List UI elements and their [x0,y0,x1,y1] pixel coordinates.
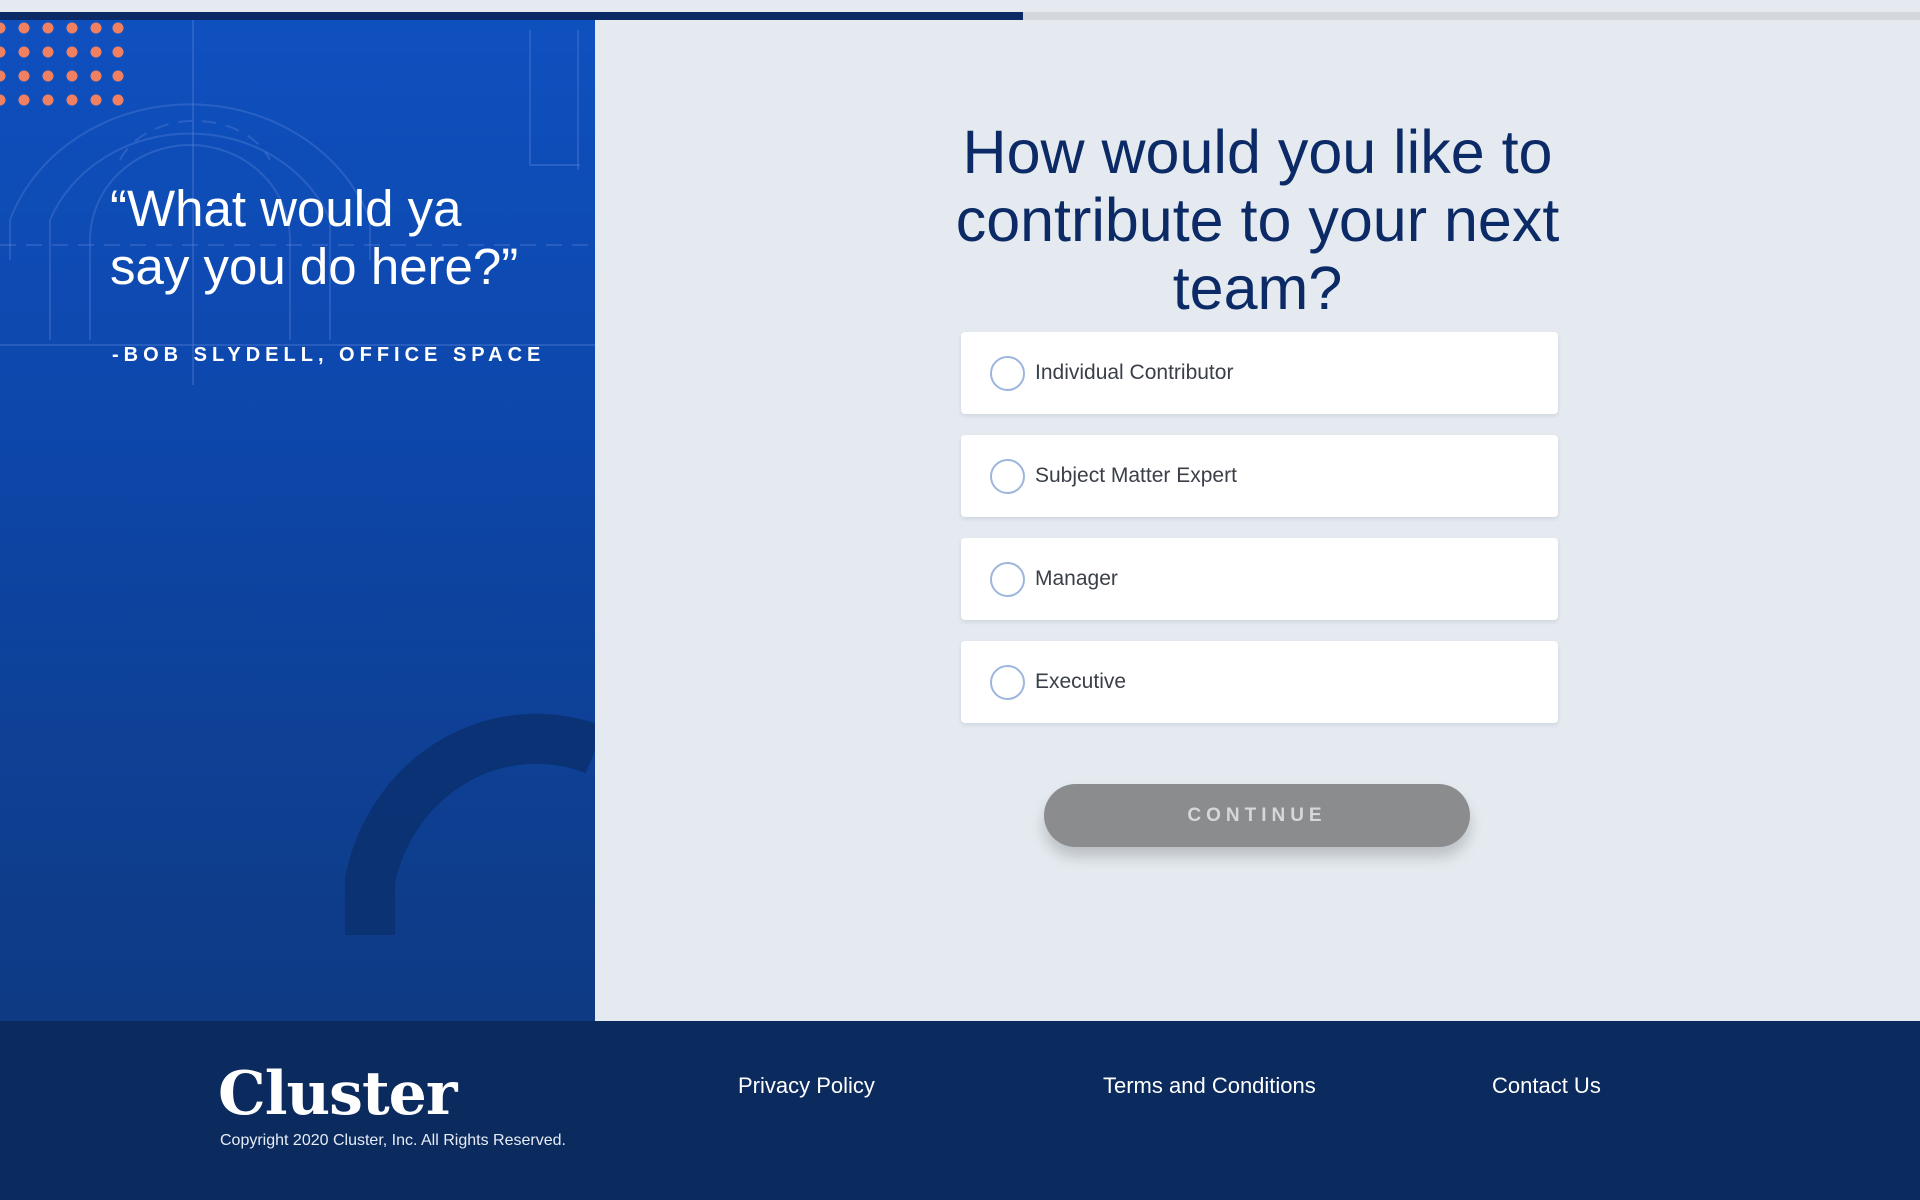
question-panel: How would you like to contribute to your… [595,20,1920,1021]
option-individual-contributor[interactable]: Individual Contributor [961,332,1558,414]
option-manager[interactable]: Manager [961,538,1558,620]
option-executive[interactable]: Executive [961,641,1558,723]
radio-button[interactable] [990,664,1025,700]
progress-bar [0,12,1920,20]
cluster-logo[interactable]: Cluster [218,1059,457,1129]
option-label: Manager [1035,567,1118,590]
terms-and-conditions-link[interactable]: Terms and Conditions [1103,1073,1316,1099]
radio-button[interactable] [990,561,1025,597]
privacy-policy-link[interactable]: Privacy Policy [738,1073,875,1099]
question-heading-text: How would you like to contribute to your… [955,118,1560,322]
copyright-text: Copyright 2020 Cluster, Inc. All Rights … [220,1132,566,1149]
contact-us-link[interactable]: Contact Us [1492,1073,1601,1099]
options-list: Individual Contributor Subject Matter Ex… [961,332,1558,744]
option-label: Executive [1035,670,1127,693]
option-label: Individual Contributor [1035,361,1234,384]
progress-bar-fill [0,12,1024,20]
quote-panel: “What would ya say you do here?” -BOB SL… [0,20,595,1021]
blueprint-decoration [0,20,595,935]
question-heading: How would you like to contribute to your… [595,118,1920,322]
option-label: Subject Matter Expert [1035,464,1237,487]
dot-pattern-decoration [0,22,124,106]
quote-attribution: -BOB SLYDELL, OFFICE SPACE [112,344,546,366]
radio-button[interactable] [990,355,1025,391]
continue-button[interactable]: CONTINUE [1044,784,1470,847]
option-subject-matter-expert[interactable]: Subject Matter Expert [961,435,1558,517]
footer: Cluster Copyright 2020 Cluster, Inc. All… [0,1021,1920,1200]
quote-text: “What would ya say you do here?” [110,180,519,295]
radio-button[interactable] [990,458,1025,494]
